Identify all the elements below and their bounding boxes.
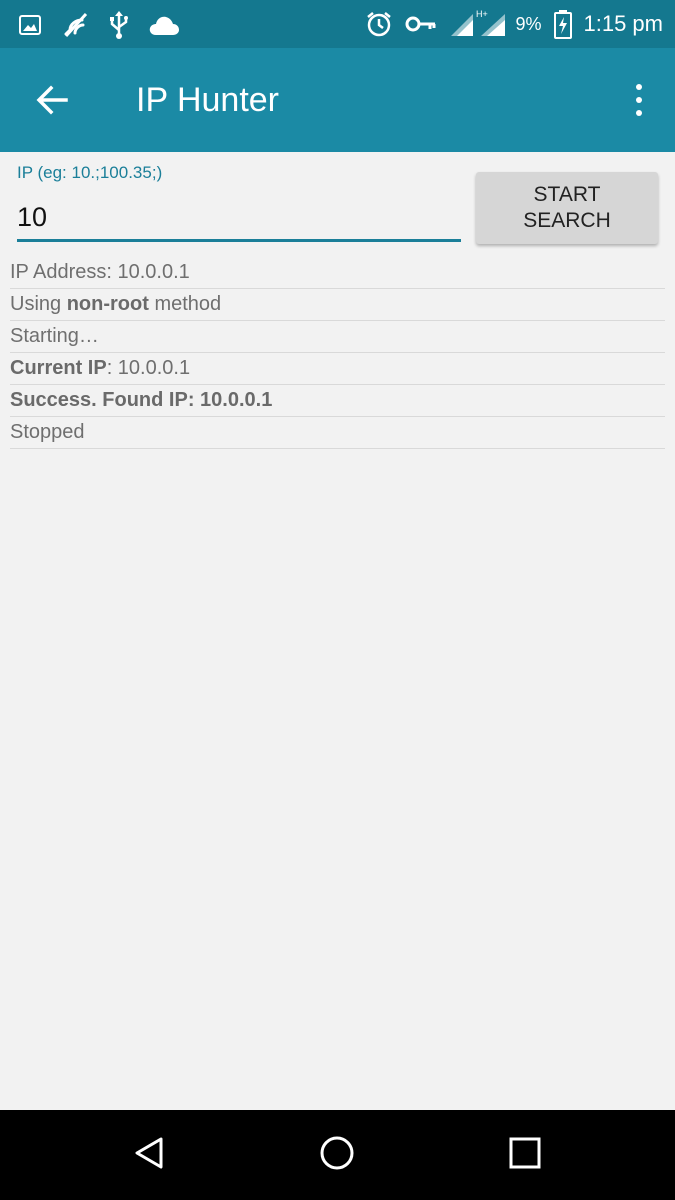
- log-text: Starting…: [10, 325, 99, 347]
- signal-icon: H+: [449, 8, 509, 40]
- log-item: Current IP: 10.0.0.1: [10, 353, 665, 385]
- image-icon: [18, 13, 42, 37]
- log-text-bold: Success. Found IP: 10.0.0.1: [10, 389, 273, 411]
- log-list: IP Address: 10.0.0.1 Using non-root metho…: [10, 257, 665, 449]
- network-type-label: H+: [476, 9, 488, 19]
- start-search-button[interactable]: START SEARCH: [476, 172, 658, 244]
- recents-square-icon: [508, 1136, 542, 1175]
- usb-icon: [108, 10, 130, 40]
- more-vert-icon: [636, 84, 642, 90]
- back-button[interactable]: [30, 80, 74, 124]
- log-text: : 10.0.0.1: [106, 357, 191, 379]
- log-item: Stopped: [10, 417, 665, 449]
- status-right-icons: H+ 9% 1:15 pm: [353, 8, 663, 40]
- home-circle-icon: [319, 1135, 355, 1176]
- status-left-icons: [18, 10, 198, 40]
- log-text: Stopped: [10, 421, 85, 443]
- battery-icon: [553, 9, 572, 39]
- log-text: Using: [10, 293, 67, 315]
- log-item: Success. Found IP: 10.0.0.1: [10, 385, 665, 417]
- log-text: method: [148, 293, 222, 315]
- page-title: IP Hunter: [136, 81, 280, 119]
- ip-input[interactable]: [17, 196, 461, 242]
- more-vert-dot: [636, 110, 642, 116]
- log-text-bold: non-root: [66, 293, 149, 315]
- app-bar: IP Hunter: [0, 48, 675, 152]
- navigation-bar: [0, 1110, 675, 1200]
- log-text: IP Address: 10.0.0.1: [10, 261, 190, 283]
- more-vert-dot: [636, 97, 642, 103]
- log-text-bold: Current IP: [10, 357, 107, 379]
- alarm-icon: [365, 10, 393, 38]
- log-item: Using non-root method: [10, 289, 665, 321]
- battery-percent: 9%: [515, 13, 542, 34]
- arrow-left-icon: [35, 83, 69, 122]
- nav-back-button[interactable]: [129, 1135, 169, 1175]
- overflow-menu-button[interactable]: [627, 78, 651, 122]
- ip-field-label: IP (eg: 10.;100.35;): [17, 163, 163, 182]
- cloud-icon: [148, 13, 180, 37]
- status-bar: H+ 9% 1:15 pm: [0, 0, 675, 48]
- clock: 1:15 pm: [583, 11, 664, 36]
- no-signal-icon: [60, 10, 90, 40]
- back-triangle-icon: [131, 1135, 167, 1176]
- key-icon: [405, 14, 437, 34]
- log-item: IP Address: 10.0.0.1: [10, 257, 665, 289]
- nav-recents-button[interactable]: [505, 1135, 545, 1175]
- nav-home-button[interactable]: [317, 1135, 357, 1175]
- start-search-label: START SEARCH: [523, 183, 611, 232]
- log-item: Starting…: [10, 321, 665, 353]
